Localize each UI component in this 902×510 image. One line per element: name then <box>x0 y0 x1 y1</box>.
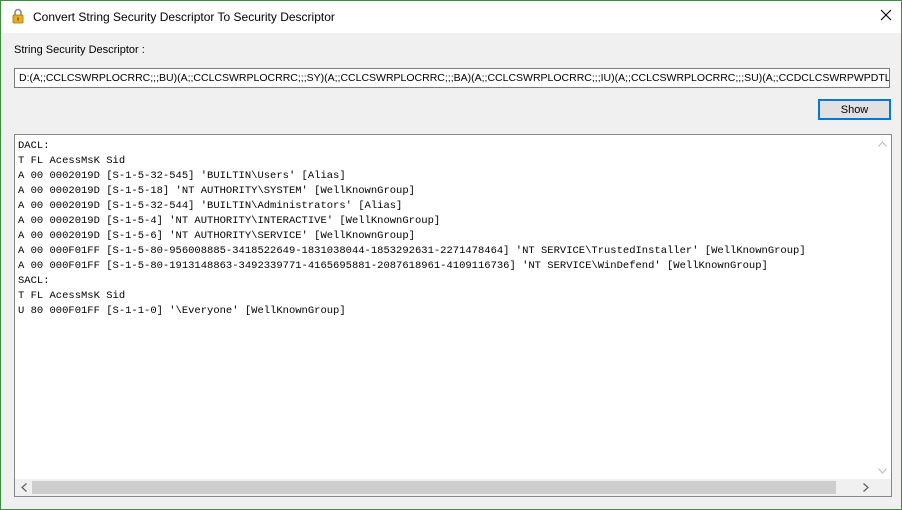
scroll-up-icon[interactable] <box>874 135 891 152</box>
lock-icon <box>11 8 25 24</box>
dialog-window: Convert String Security Descriptor To Se… <box>0 0 902 510</box>
sddl-field-label: String Security Descriptor : <box>14 44 145 56</box>
horizontal-scrollbar[interactable] <box>15 479 891 496</box>
vertical-scrollbar[interactable] <box>874 135 891 479</box>
output-textarea[interactable]: DACL: T FL AcessMsK Sid A 00 0002019D [S… <box>14 134 892 497</box>
close-button[interactable] <box>871 1 901 33</box>
show-button[interactable]: Show <box>818 99 891 120</box>
sddl-input[interactable]: D:(A;;CCLCSWRPLOCRRC;;;BU)(A;;CCLCSWRPLO… <box>14 68 890 88</box>
output-text: DACL: T FL AcessMsK Sid A 00 0002019D [S… <box>18 140 806 317</box>
close-icon <box>880 8 892 26</box>
horizontal-scroll-thumb[interactable] <box>32 481 836 494</box>
window-title: Convert String Security Descriptor To Se… <box>33 10 335 24</box>
scroll-left-icon[interactable] <box>15 479 32 496</box>
scroll-right-icon[interactable] <box>857 479 874 496</box>
title-bar[interactable]: Convert String Security Descriptor To Se… <box>1 1 901 33</box>
scrollbar-corner <box>874 479 891 496</box>
scroll-down-icon[interactable] <box>874 462 891 479</box>
